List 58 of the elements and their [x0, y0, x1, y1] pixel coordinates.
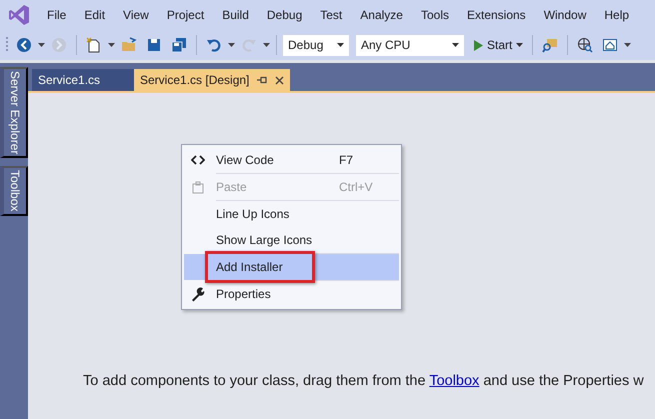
folder-icon[interactable]	[121, 37, 137, 53]
play-icon	[474, 40, 483, 50]
dropdown[interactable]: Debug	[283, 34, 349, 56]
menu-label: Paste	[216, 179, 247, 196]
menu-item[interactable]: Help	[595, 6, 638, 24]
menu-item[interactable]: Line Up Icons	[184, 201, 399, 227]
document-tab[interactable]: Service1.cs [Design]	[134, 69, 290, 91]
dropdown[interactable]: Any CPU	[356, 34, 464, 56]
shortcut-text: F7	[339, 153, 354, 167]
code-icon	[191, 152, 205, 168]
caret-icon[interactable]	[263, 43, 270, 47]
wrench-icon	[191, 286, 205, 302]
caret-icon[interactable]	[624, 43, 632, 47]
app-logo-icon	[8, 4, 30, 26]
shortcut-text: Ctrl+V	[339, 180, 373, 194]
close-icon[interactable]	[275, 76, 284, 84]
caret-icon	[516, 43, 524, 47]
menu-item[interactable]: Add Installer	[184, 254, 399, 280]
menu-item[interactable]: Show Large Icons	[184, 227, 399, 253]
back-icon[interactable]	[16, 37, 32, 53]
menu-item[interactable]: File	[38, 6, 76, 24]
toolbox-link[interactable]: Toolbox	[429, 373, 480, 389]
menu-item[interactable]: Analyze	[351, 6, 412, 24]
menu-label: View Code	[216, 152, 274, 169]
menu-item[interactable]: View	[114, 6, 158, 24]
window-icon[interactable]	[602, 37, 618, 53]
menu-item[interactable]: Window	[534, 6, 596, 24]
caret-icon[interactable]	[38, 43, 45, 47]
undo-icon[interactable]	[206, 37, 222, 53]
menu-item[interactable]: Test	[311, 6, 352, 24]
globe-search-icon[interactable]	[577, 37, 594, 53]
start-button[interactable]: Start	[471, 36, 526, 54]
new-item-icon[interactable]	[86, 37, 102, 53]
menu-item[interactable]: Debug	[258, 6, 312, 24]
menu-label: Show Large Icons	[216, 232, 312, 249]
menu-item[interactable]: Build	[213, 6, 258, 24]
hint-text: To add components to your class, drag them from the Toolbox and use the Properties w	[83, 372, 644, 391]
pin-icon[interactable]	[257, 76, 268, 84]
menu-item[interactable]: Edit	[75, 6, 114, 24]
clipboard-icon	[191, 180, 205, 194]
menu-item[interactable]: Tools	[412, 6, 458, 24]
menu-label: Properties	[216, 286, 271, 303]
menu-label: Add Installer	[216, 259, 283, 276]
menu-item[interactable]: Properties	[184, 281, 399, 307]
save-icon[interactable]	[146, 37, 162, 53]
caret-icon[interactable]	[108, 43, 115, 47]
menu-label: Line Up Icons	[216, 206, 290, 223]
menu-item[interactable]: View Code F7	[184, 147, 399, 173]
caret-icon	[337, 43, 344, 47]
caret-icon	[452, 43, 459, 47]
caret-icon[interactable]	[228, 43, 235, 47]
combo-value: Any CPU	[361, 37, 410, 54]
menu-item[interactable]: Extensions	[458, 6, 535, 24]
document-tab[interactable]: Service1.cs	[32, 69, 134, 91]
save-all-icon[interactable]	[171, 37, 187, 53]
folder-search-icon[interactable]	[542, 37, 558, 53]
menu-item[interactable]: Project	[158, 6, 214, 24]
combo-value: Debug	[288, 37, 324, 54]
